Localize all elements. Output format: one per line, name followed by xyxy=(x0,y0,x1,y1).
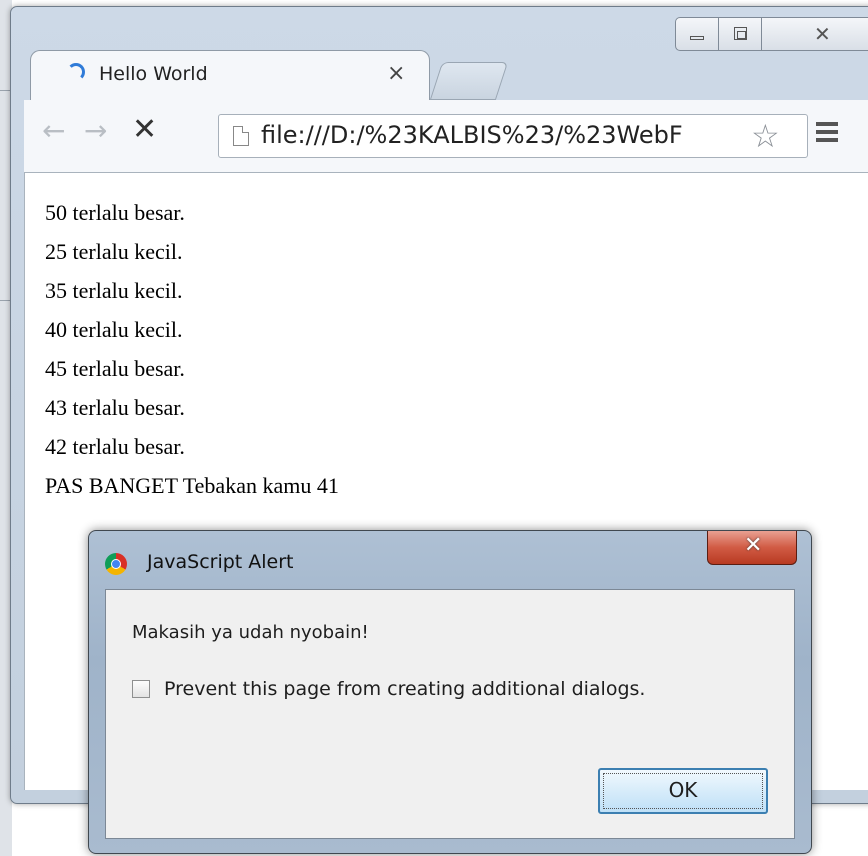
maximize-button[interactable] xyxy=(718,17,762,51)
javascript-alert-dialog: JavaScript Alert ✕ Makasih ya udah nyoba… xyxy=(88,530,812,854)
dialog-title: JavaScript Alert xyxy=(147,551,294,573)
forward-button[interactable]: → xyxy=(84,114,107,147)
loading-spinner-icon xyxy=(67,63,85,81)
dialog-close-button[interactable]: ✕ xyxy=(707,531,797,565)
guess-line: 35 terlalu kecil. xyxy=(45,278,183,303)
minimize-icon xyxy=(690,36,704,40)
new-tab-button[interactable] xyxy=(429,62,509,100)
maximize-icon xyxy=(734,27,747,40)
stop-button[interactable]: ✕ xyxy=(132,112,157,147)
guess-line: 42 terlalu besar. xyxy=(45,434,185,459)
close-icon: ✕ xyxy=(814,22,831,46)
chrome-icon xyxy=(105,553,127,575)
guess-line: 45 terlalu besar. xyxy=(45,356,185,381)
dialog-body: Makasih ya udah nyobain! Prevent this pa… xyxy=(105,589,795,839)
tab-title: Hello World xyxy=(99,63,208,85)
guess-line: 25 terlalu kecil. xyxy=(45,239,183,264)
menu-bar-icon xyxy=(816,122,838,126)
dialog-message: Makasih ya udah nyobain! xyxy=(132,622,369,643)
guess-line: 40 terlalu kecil. xyxy=(45,317,183,342)
prevent-dialogs-checkbox[interactable] xyxy=(132,680,150,698)
chrome-menu-button[interactable] xyxy=(816,122,838,146)
url-text[interactable]: file:///D:/%23KALBIS%23/%23WebF xyxy=(261,121,751,149)
address-bar[interactable]: file:///D:/%23KALBIS%23/%23WebF ☆ xyxy=(218,114,808,158)
tab-close-button[interactable]: × xyxy=(387,61,405,86)
browser-toolbar: ← → ✕ file:///D:/%23KALBIS%23/%23WebF ☆ xyxy=(24,100,868,173)
prevent-dialogs-label[interactable]: Prevent this page from creating addition… xyxy=(164,678,645,700)
bookmark-star-icon[interactable]: ☆ xyxy=(751,117,780,155)
result-line: PAS BANGET Tebakan kamu 41 xyxy=(45,473,339,498)
page-icon xyxy=(233,126,249,146)
ok-button[interactable]: OK xyxy=(598,768,768,814)
guess-log: 50 terlalu besar. 25 terlalu kecil. 35 t… xyxy=(45,193,339,505)
close-icon: ✕ xyxy=(744,533,763,558)
minimize-button[interactable] xyxy=(675,17,719,51)
guess-line: 43 terlalu besar. xyxy=(45,395,185,420)
browser-tab[interactable]: Hello World × xyxy=(30,50,430,100)
back-button[interactable]: ← xyxy=(42,114,65,147)
menu-bar-icon xyxy=(816,138,838,142)
guess-line: 50 terlalu besar. xyxy=(45,200,185,225)
window-close-button[interactable]: ✕ xyxy=(761,17,868,51)
menu-bar-icon xyxy=(816,130,838,134)
